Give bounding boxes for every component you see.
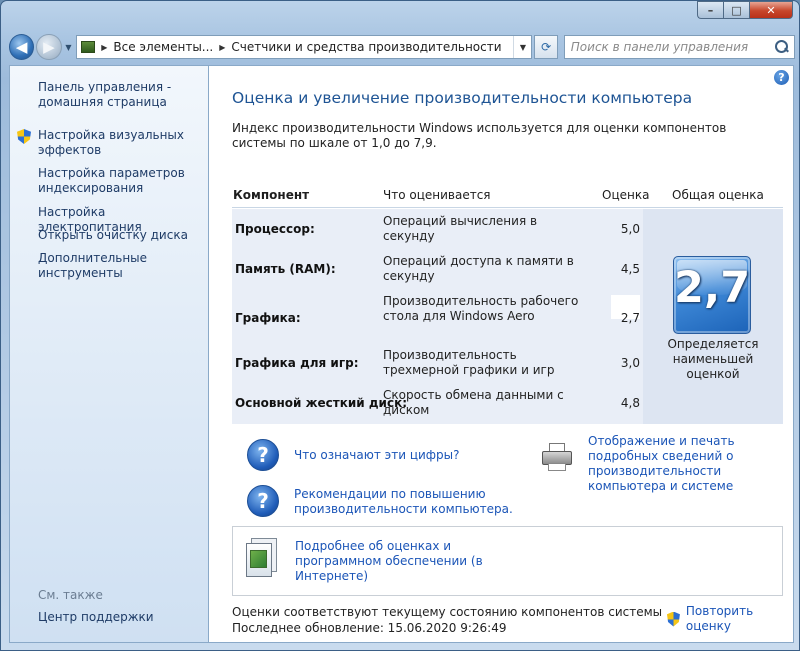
component-description: Производительность трехмерной графики и … — [383, 348, 555, 377]
control-panel-icon — [81, 41, 96, 53]
page-title: Оценка и увеличение производительности к… — [232, 89, 693, 107]
address-bar[interactable]: ▶ Все элементы... ▶ Счетчики и средства … — [76, 35, 533, 59]
table-header: Компонент Что оценивается Оценка Общая о… — [232, 186, 783, 208]
table-row: Процессор: Операций вычисления в секунду… — [232, 209, 642, 249]
question-icon: ? — [247, 485, 279, 517]
online-info-box: Подробнее об оценках и программном обесп… — [232, 526, 783, 596]
column-component: Компонент — [233, 188, 310, 202]
base-score-value: 2,7 — [674, 263, 751, 313]
status-text: Оценки соответствуют текущему состоянию … — [232, 604, 662, 636]
address-dropdown[interactable]: ▼ — [513, 36, 531, 58]
base-score-panel: 2,7 Определяется наименьшей оценкой — [643, 209, 783, 424]
component-score: 5,0 — [620, 222, 640, 236]
component-name: Основной жесткий диск: — [235, 396, 408, 410]
last-update: Последнее обновление: 15.06.2020 9:26:49 — [232, 621, 507, 635]
table-row: Основной жесткий диск: Скорость обмена д… — [232, 385, 642, 425]
search-placeholder: Поиск в панели управления — [570, 40, 749, 54]
search-input[interactable]: Поиск в панели управления — [563, 35, 795, 59]
window-frame: – □ ✕ ◀ ▶ ▼ ▶ Все элементы... ▶ Счетчики… — [0, 0, 800, 651]
close-button[interactable]: ✕ — [749, 1, 793, 19]
base-score-caption: Определяется наименьшей оценкой — [667, 337, 759, 381]
scores-table: Процессор: Операций вычисления в секунду… — [232, 209, 783, 424]
table-row: Графика для игр: Производительность трех… — [232, 346, 642, 386]
see-also-heading: См. также — [38, 588, 103, 602]
breadcrumb-separator[interactable]: ▶ — [219, 43, 225, 52]
component-description: Производительность рабочего стола для Wi… — [383, 294, 579, 323]
breadcrumb-separator[interactable]: ▶ — [101, 43, 107, 52]
component-description: Скорость обмена данными с диском — [383, 388, 564, 417]
print-details-link[interactable]: Отображение и печать подробных сведений … — [588, 434, 788, 494]
sidebar-item-advanced-tools[interactable]: Дополнительные инструменты — [38, 251, 203, 281]
shield-icon — [667, 611, 680, 627]
maximize-button[interactable]: □ — [723, 1, 749, 19]
breadcrumb-performance[interactable]: Счетчики и средства производительности — [231, 40, 501, 54]
main-content: ? Оценка и увеличение производительности… — [208, 65, 794, 643]
refresh-button[interactable]: ⟳ — [534, 35, 558, 59]
printer-icon — [540, 443, 574, 473]
component-name: Графика для игр: — [235, 356, 359, 370]
what-numbers-link[interactable]: Что означают эти цифры? — [294, 448, 460, 463]
sidebar: Панель управления - домашняя страница На… — [9, 65, 208, 643]
question-icon: ? — [247, 439, 279, 471]
rerun-assessment-link[interactable]: Повторить оценку — [686, 604, 793, 634]
component-name: Графика: — [235, 311, 301, 325]
component-score: 3,0 — [620, 356, 640, 370]
component-score: 4,5 — [620, 262, 640, 276]
column-score: Оценка — [602, 188, 650, 202]
rerun-assessment[interactable]: Повторить оценку — [667, 604, 793, 634]
sidebar-item-indexing[interactable]: Настройка параметров индексирования — [38, 166, 203, 196]
status-line: Оценки соответствуют текущему состоянию … — [232, 605, 663, 619]
breadcrumb-all-items[interactable]: Все элементы... — [113, 40, 213, 54]
recent-pages-dropdown[interactable]: ▼ — [63, 43, 75, 52]
forward-button[interactable]: ▶ — [36, 34, 62, 60]
navigation-bar: ◀ ▶ ▼ ▶ Все элементы... ▶ Счетчики и сре… — [9, 33, 795, 61]
intro-text: Индекс производительности Windows исполь… — [232, 121, 727, 150]
component-description: Операций доступа к памяти в секунду — [383, 254, 574, 283]
caption-buttons: – □ ✕ — [697, 1, 793, 19]
component-score: 2,7 — [620, 311, 640, 325]
search-icon[interactable] — [775, 40, 789, 54]
component-name: Процессор: — [235, 222, 315, 236]
column-what: Что оценивается — [383, 188, 491, 202]
help-icon[interactable]: ? — [774, 70, 789, 85]
table-row: Графика: Производительность рабочего сто… — [232, 289, 642, 345]
sidebar-home-link[interactable]: Панель управления - домашняя страница — [38, 80, 203, 110]
shield-icon — [17, 129, 31, 144]
component-name: Память (RAM): — [235, 262, 336, 276]
sidebar-item-action-center[interactable]: Центр поддержки — [38, 610, 203, 625]
tips-link[interactable]: Рекомендации по повышению производительн… — [294, 487, 524, 517]
column-base-score: Общая оценка — [672, 188, 764, 202]
component-score: 4,8 — [620, 396, 640, 410]
online-info-link[interactable]: Подробнее об оценках и программном обесп… — [295, 539, 495, 584]
base-score-badge: 2,7 — [673, 256, 751, 334]
sidebar-item-disk-cleanup[interactable]: Открыть очистку диска — [38, 228, 203, 243]
minimize-button[interactable]: – — [697, 1, 723, 19]
documents-icon — [243, 538, 277, 578]
component-description: Операций вычисления в секунду — [383, 214, 538, 243]
sidebar-item-visual-effects[interactable]: Настройка визуальных эффектов — [38, 128, 203, 158]
back-button[interactable]: ◀ — [9, 34, 35, 60]
table-row: Память (RAM): Операций доступа к памяти … — [232, 250, 642, 290]
